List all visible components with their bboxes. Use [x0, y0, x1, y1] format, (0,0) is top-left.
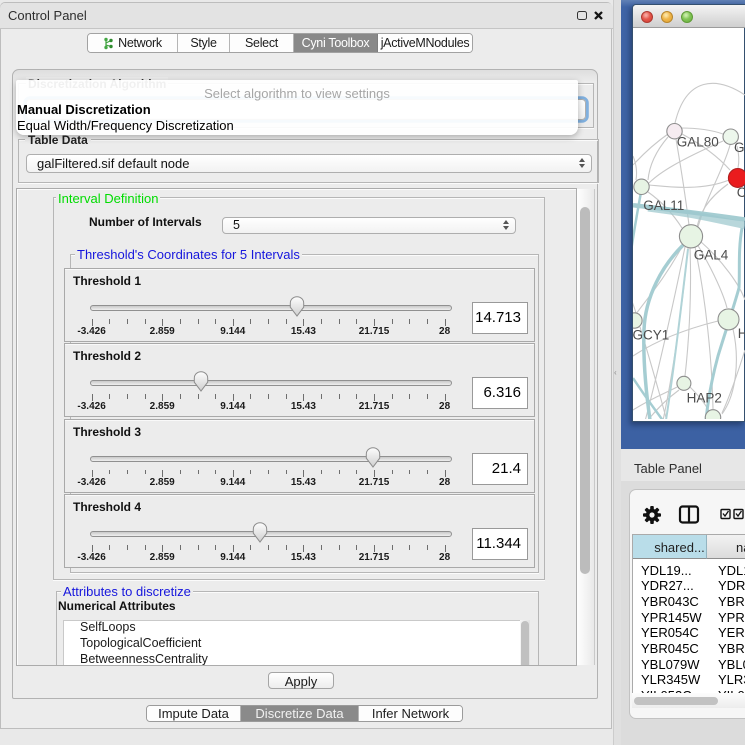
svg-text:GA: GA [734, 140, 745, 155]
svg-text:GAL4: GAL4 [694, 247, 729, 262]
svg-text:H: H [738, 326, 745, 341]
svg-text:GAL11: GAL11 [643, 198, 684, 213]
svg-text:GAL80: GAL80 [677, 135, 719, 150]
svg-text:C: C [737, 185, 745, 200]
svg-text:GCY1: GCY1 [633, 327, 669, 342]
svg-text:HAP2: HAP2 [687, 391, 722, 406]
